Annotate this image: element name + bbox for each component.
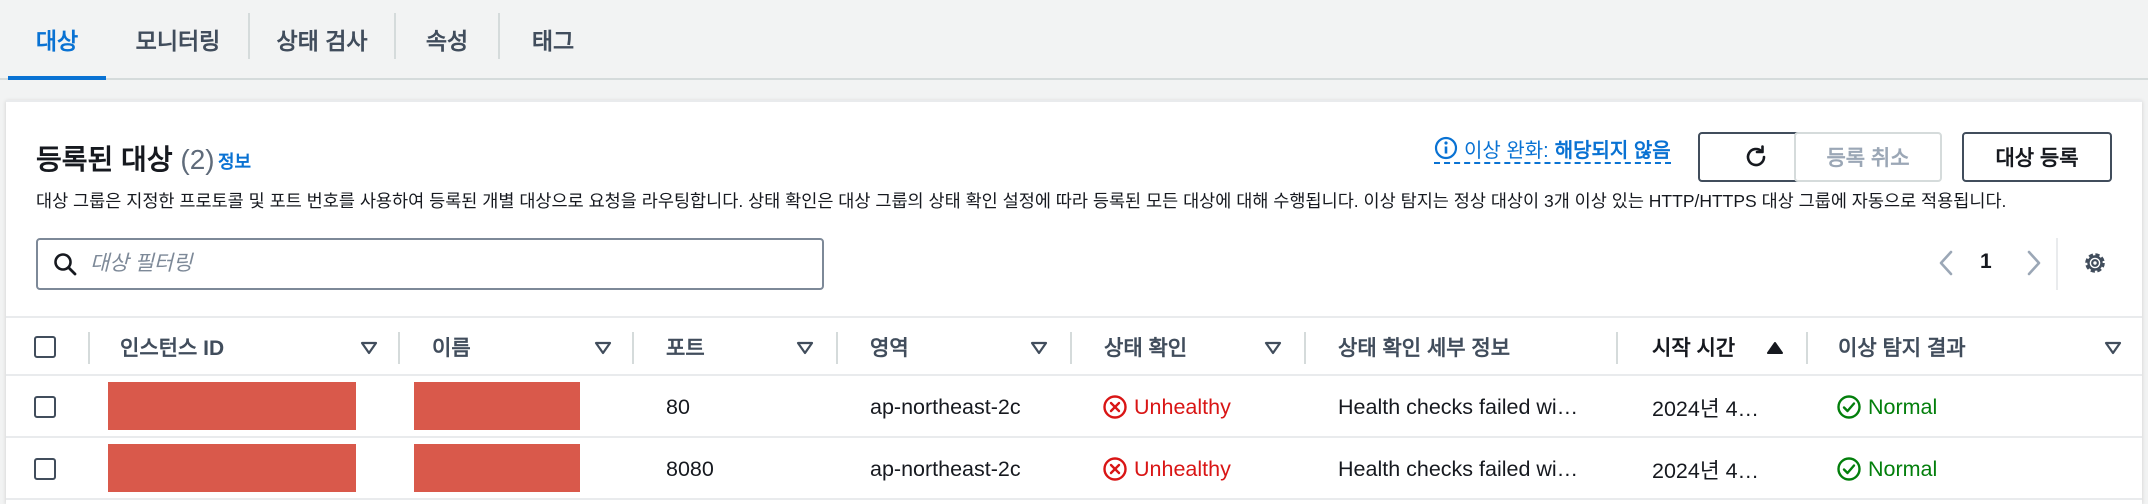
anomaly-mitigation-link[interactable]: 이상 완화: 해당되지 않음: [1434, 134, 1671, 164]
col-anomaly-result[interactable]: 이상 탐지 결과: [1838, 318, 1966, 376]
panel-title: 등록된 대상 (2): [36, 138, 215, 178]
column-divider: [88, 332, 90, 364]
col-port[interactable]: 포트: [666, 318, 705, 376]
sort-down-icon[interactable]: [594, 340, 612, 356]
anomaly-result-cell: Normal: [1836, 376, 1937, 438]
port-cell: 80: [666, 394, 690, 419]
health-details-cell: Health checks failed wi…: [1338, 394, 1579, 419]
target-count: (2): [180, 144, 215, 175]
anomaly-result-cell: Normal: [1836, 438, 1937, 500]
anomaly-result-text: Normal: [1868, 456, 1938, 481]
row-checkbox[interactable]: [34, 396, 56, 418]
tab-attributes[interactable]: 속성: [398, 0, 496, 78]
col-health-details[interactable]: 상태 확인 세부 정보: [1338, 318, 1510, 376]
tab-monitoring[interactable]: 모니터링: [110, 0, 246, 78]
col-health-status[interactable]: 상태 확인: [1104, 318, 1187, 376]
filter-box[interactable]: [36, 238, 824, 290]
health-status-cell: Unhealthy: [1102, 376, 1231, 438]
tab-targets[interactable]: 대상: [8, 0, 106, 80]
filter-targets-input[interactable]: [90, 252, 790, 276]
sort-down-icon[interactable]: [1264, 340, 1282, 356]
tab-bar: 대상 모니터링 상태 검사 속성 태그: [0, 0, 2148, 80]
table-row[interactable]: 80 ap-northeast-2c Unhealthy Health chec…: [6, 376, 2142, 438]
tab-divider: [248, 13, 250, 59]
current-page[interactable]: 1: [1980, 250, 1992, 274]
col-zone[interactable]: 영역: [870, 318, 909, 376]
column-divider: [1616, 332, 1618, 364]
start-time-cell: 2024년 4…: [1652, 396, 1760, 421]
anomaly-mitigation-label: 이상 완화:: [1464, 139, 1549, 162]
redacted-name: [414, 382, 580, 430]
health-details-cell: Health checks failed wi…: [1338, 456, 1579, 481]
sort-down-icon[interactable]: [1030, 340, 1048, 356]
check-circle-icon: [1837, 395, 1861, 419]
port-cell: 8080: [666, 456, 714, 481]
redacted-instance-id: [108, 444, 356, 492]
column-divider: [398, 332, 400, 364]
error-circle-icon: [1103, 457, 1127, 481]
col-start-time[interactable]: 시작 시간: [1652, 318, 1735, 376]
zone-cell: ap-northeast-2c: [870, 394, 1021, 419]
sort-down-icon[interactable]: [360, 340, 378, 356]
error-circle-icon: [1103, 395, 1127, 419]
check-circle-icon: [1837, 457, 1861, 481]
refresh-icon: [1746, 145, 1766, 167]
gear-icon[interactable]: [2080, 248, 2110, 278]
info-icon: [1434, 136, 1458, 160]
zone-cell: ap-northeast-2c: [870, 456, 1021, 481]
start-time-cell: 2024년 4…: [1652, 458, 1760, 483]
column-divider: [1304, 332, 1306, 364]
anomaly-result-text: Normal: [1868, 394, 1938, 419]
col-name[interactable]: 이름: [432, 318, 471, 376]
pager-divider: [2056, 238, 2058, 290]
tab-tags[interactable]: 태그: [504, 0, 602, 78]
select-all-checkbox[interactable]: [34, 336, 56, 358]
chevron-right-icon[interactable]: [2022, 248, 2044, 278]
column-divider: [1806, 332, 1808, 364]
panel-title-text: 등록된 대상: [36, 144, 173, 175]
health-status-cell: Unhealthy: [1102, 438, 1231, 500]
register-targets-button[interactable]: 대상 등록: [1962, 132, 2112, 182]
table-header: 인스턴스 ID 이름 포트 영역 상태 확인 상태 확인 세부 정보 시작 시간…: [6, 316, 2142, 376]
tab-divider: [394, 13, 396, 59]
sort-down-icon[interactable]: [796, 340, 814, 356]
row-checkbox[interactable]: [34, 458, 56, 480]
sort-up-icon[interactable]: [1766, 340, 1784, 356]
col-instance-id[interactable]: 인스턴스 ID: [120, 318, 224, 376]
column-divider: [632, 332, 634, 364]
table-row[interactable]: 8080 ap-northeast-2c Unhealthy Health ch…: [6, 438, 2142, 500]
chevron-left-icon[interactable]: [1936, 248, 1958, 278]
search-icon: [54, 253, 77, 276]
redacted-name: [414, 444, 580, 492]
deregister-button[interactable]: 등록 취소: [1794, 132, 1942, 182]
anomaly-mitigation-value: 해당되지 않음: [1554, 139, 1671, 162]
sort-down-icon[interactable]: [2104, 340, 2122, 356]
info-link[interactable]: 정보: [218, 148, 251, 174]
health-status-text: Unhealthy: [1134, 456, 1231, 481]
redacted-instance-id: [108, 382, 356, 430]
health-status-text: Unhealthy: [1134, 394, 1231, 419]
panel-description: 대상 그룹은 지정한 프로토콜 및 포트 번호를 사용하여 등록된 개별 대상으…: [36, 191, 2007, 211]
column-divider: [1070, 332, 1072, 364]
registered-targets-panel: 등록된 대상 (2) 정보 대상 그룹은 지정한 프로토콜 및 포트 번호를 사…: [6, 100, 2142, 504]
column-divider: [836, 332, 838, 364]
tab-divider: [498, 13, 500, 59]
tab-health-checks[interactable]: 상태 검사: [252, 0, 392, 78]
